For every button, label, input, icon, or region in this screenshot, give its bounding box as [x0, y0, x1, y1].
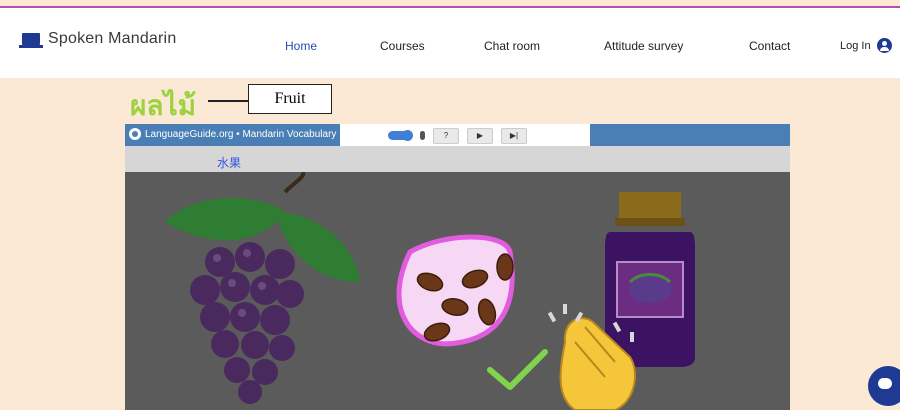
nav-chat-room[interactable]: Chat room	[484, 39, 540, 53]
nav-home[interactable]: Home	[285, 39, 317, 53]
connector-line	[208, 100, 248, 102]
video-title: LanguageGuide.org • Mandarin Vocabulary	[145, 129, 337, 140]
site-name: Spoken Mandarin	[48, 30, 177, 47]
login-button[interactable]: Log In	[840, 38, 892, 53]
next-button[interactable]: ▶|	[501, 127, 527, 144]
thai-word: ผลไม้	[130, 89, 197, 122]
nav-courses[interactable]: Courses	[380, 39, 425, 53]
site-logo[interactable]: Spoken Mandarin	[19, 30, 177, 48]
checkmark-icon	[487, 349, 548, 390]
illustration-stage	[125, 171, 790, 410]
chat-bubble-icon[interactable]	[868, 366, 900, 406]
chinese-word: 水果	[217, 156, 242, 170]
audio-toggle[interactable]	[388, 130, 413, 141]
video-controls: ? ▶ ▶|	[340, 124, 590, 147]
grapes-icon	[165, 171, 360, 404]
fruit-illustration	[165, 171, 695, 410]
play-button[interactable]: ▶	[467, 127, 493, 144]
user-icon	[876, 38, 892, 53]
languageguide-logo-icon	[129, 128, 141, 140]
word-strip: 水果	[125, 146, 790, 172]
login-label: Log In	[840, 39, 871, 52]
laptop-icon	[19, 33, 43, 48]
raisins-icon	[396, 234, 515, 347]
help-button[interactable]: ?	[433, 127, 459, 144]
english-word-box: Fruit	[248, 84, 332, 114]
grape-jam-jar-icon	[605, 192, 695, 367]
microphone-icon	[420, 131, 425, 140]
video-player[interactable]: LanguageGuide.org • Mandarin Vocabulary …	[125, 124, 790, 410]
nav-contact[interactable]: Contact	[749, 39, 790, 53]
nav-attitude-survey[interactable]: Attitude survey	[604, 39, 683, 53]
